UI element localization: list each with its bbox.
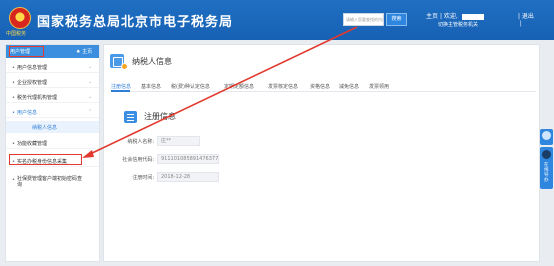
- sidebar-item-favorites[interactable]: • 功能收藏管理: [6, 137, 99, 149]
- sidebar-subitem-taxpayer-info[interactable]: 纳税人信息: [6, 121, 99, 133]
- tab-qualification[interactable]: 资格信息: [310, 83, 330, 90]
- tab-fixed-quota[interactable]: 定期定额信息: [224, 83, 254, 90]
- sidebar-item-label: 用户信息: [17, 110, 38, 116]
- tax-emblem-icon: [9, 7, 31, 29]
- user-badge-icon: [121, 63, 128, 70]
- bullet-icon: •: [12, 110, 15, 116]
- switch-taxpayer-link[interactable]: 切换主管税务机关: [438, 21, 478, 28]
- tab-invoice-use[interactable]: 发票领用: [369, 83, 389, 90]
- welcome-text: | 欢迎,: [439, 13, 458, 20]
- bullet-icon: •: [12, 80, 15, 86]
- float-chat-button[interactable]: [540, 129, 553, 145]
- field-label-taxpayer-name: 纳税人名称:: [127, 139, 154, 145]
- logout-link[interactable]: | 退出: [518, 11, 534, 20]
- assistant-avatar-icon: [542, 150, 551, 159]
- chevron-up-icon: ⌃: [88, 109, 93, 115]
- emblem-caption: 中国税务: [6, 31, 27, 37]
- field-value-taxpayer-name: 庄**: [157, 136, 200, 146]
- sidebar-item-user-info[interactable]: • 用户信息 ⌃: [6, 106, 99, 118]
- user-line: 主页 | 欢迎,: [426, 11, 484, 20]
- tab-registration[interactable]: 注册信息: [111, 83, 131, 90]
- site-title: 国家税务总局北京市电子税务局: [37, 15, 234, 30]
- masked-username: [461, 13, 484, 20]
- tab-active-indicator: [111, 90, 130, 92]
- chat-icon: [542, 131, 551, 140]
- annotation-box-target: [9, 154, 82, 165]
- sidebar-item-label: 社保费管理客户端初始密码查询: [17, 176, 83, 188]
- sidebar-item-enterprise-auth[interactable]: • 企业授权管理 ⌄: [6, 76, 99, 88]
- sidebar-item-label: 税务代理机构管理: [17, 95, 58, 101]
- float-service-text: 在线导办: [544, 163, 549, 183]
- user-info: 主页 | 欢迎, 切换主管税务机关: [426, 11, 512, 31]
- sidebar-item-label: 企业授权管理: [17, 80, 48, 86]
- field-value-register-date: 2018-12-28: [157, 172, 219, 182]
- float-service-panel[interactable]: 在线导办: [540, 147, 553, 189]
- sidebar-item-label: 用户信息管理: [17, 65, 48, 71]
- chevron-down-icon: ⌄: [88, 79, 93, 85]
- search-input[interactable]: 请输入您要查找的内容: [343, 13, 384, 26]
- header-separator: |: [520, 21, 522, 27]
- sidebar-home-link[interactable]: ♠ 主页: [76, 48, 92, 55]
- home-link[interactable]: 主页: [426, 13, 438, 20]
- sidebar: 用户管理 ♠ 主页 • 用户信息管理 ⌄ • 企业授权管理 ⌄ • 税务代理机构…: [5, 44, 100, 262]
- sidebar-item-agent-mgmt[interactable]: • 税务代理机构管理 ⌄: [6, 91, 99, 103]
- annotation-box-header: [9, 46, 44, 57]
- chevron-down-icon: ⌄: [88, 64, 93, 70]
- main-panel: 纳税人信息 注册信息 基本信息 税(费)种认定信息 定期定额信息 发票核定信息 …: [103, 44, 540, 262]
- tab-bar: 注册信息 基本信息 税(费)种认定信息 定期定额信息 发票核定信息 资格信息 减…: [111, 81, 536, 92]
- chevron-down-icon: ⌄: [88, 94, 93, 100]
- tab-invoice-approval[interactable]: 发票核定信息: [268, 83, 298, 90]
- section-title: 注册信息: [144, 112, 176, 121]
- sidebar-item-label: 功能收藏管理: [17, 141, 48, 147]
- sidebar-item-user-info-mgmt[interactable]: • 用户信息管理 ⌄: [6, 61, 99, 73]
- field-value-credit-code: 9111010858914763​77: [157, 154, 219, 164]
- list-icon: [124, 111, 137, 123]
- sidebar-item-label: 纳税人信息: [32, 125, 58, 131]
- field-label-credit-code: 社会信用代码:: [122, 157, 154, 163]
- top-header: 中国税务 国家税务总局北京市电子税务局 请输入您要查找的内容 搜索 主页 | 欢…: [0, 0, 554, 40]
- bullet-icon: •: [12, 65, 15, 71]
- bullet-icon: •: [12, 141, 15, 147]
- tab-basic[interactable]: 基本信息: [141, 83, 161, 90]
- field-label-register-date: 注册时间:: [132, 175, 154, 181]
- search-button[interactable]: 搜索: [386, 13, 407, 26]
- bullet-icon: •: [12, 177, 15, 183]
- tab-reduction[interactable]: 减免信息: [339, 83, 359, 90]
- sidebar-item-social-security-password[interactable]: • 社保费管理客户端初始密码查询: [6, 173, 99, 193]
- tab-tax-type[interactable]: 税(费)种认定信息: [171, 83, 210, 90]
- page-title: 纳税人信息: [132, 57, 172, 66]
- bullet-icon: •: [12, 95, 15, 101]
